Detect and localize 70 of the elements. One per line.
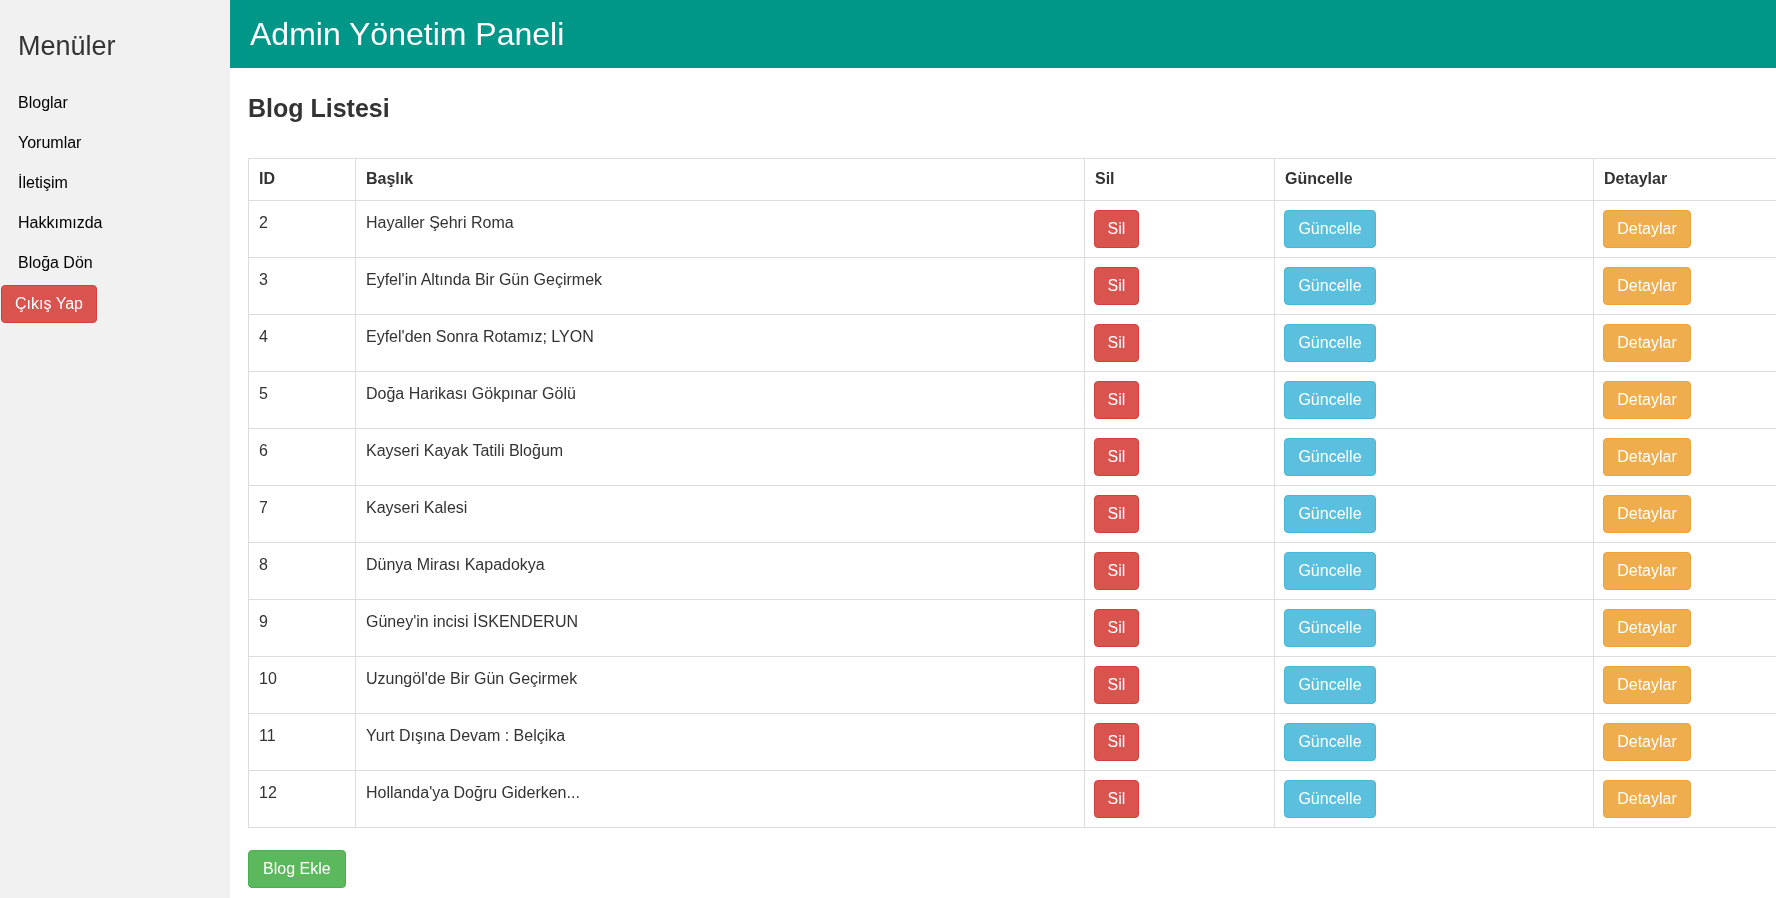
- title-cell: Hayaller Şehri Roma: [366, 213, 514, 231]
- title-cell: Kayseri Kayak Tatili Bloğum: [366, 441, 564, 459]
- id-cell: 4: [259, 327, 268, 345]
- update-button[interactable]: Güncelle: [1284, 665, 1376, 704]
- details-button[interactable]: Detaylar: [1603, 380, 1691, 419]
- column-header: Başlık: [355, 158, 1085, 200]
- delete-button[interactable]: Sil: [1094, 551, 1139, 590]
- id-cell: 2: [259, 213, 268, 231]
- details-button[interactable]: Detaylar: [1603, 323, 1691, 362]
- sidebar-link[interactable]: Bloğa Dön: [18, 242, 93, 283]
- sidebar-link[interactable]: Bloglar: [18, 82, 68, 123]
- delete-button[interactable]: Sil: [1094, 608, 1139, 647]
- delete-button[interactable]: Sil: [1094, 209, 1139, 248]
- delete-button[interactable]: Sil: [1094, 266, 1139, 305]
- update-button[interactable]: Güncelle: [1284, 722, 1376, 761]
- sidebar-link[interactable]: Yorumlar: [18, 122, 82, 163]
- add-blog-button[interactable]: Blog Ekle: [248, 849, 346, 888]
- details-button[interactable]: Detaylar: [1603, 209, 1691, 248]
- title-cell: Yurt Dışına Devam : Belçika: [366, 726, 566, 744]
- id-cell: 9: [259, 612, 268, 630]
- update-button[interactable]: Güncelle: [1284, 323, 1376, 362]
- sidebar-link[interactable]: Hakkımızda: [18, 202, 103, 243]
- sidebar-link[interactable]: İletişim: [18, 162, 68, 203]
- title-cell: Doğa Harikası Gökpınar Gölü: [366, 384, 576, 402]
- update-button[interactable]: Güncelle: [1284, 437, 1376, 476]
- delete-button[interactable]: Sil: [1094, 380, 1139, 419]
- details-button[interactable]: Detaylar: [1603, 779, 1691, 818]
- title-cell: Hollanda'ya Doğru Giderken...: [366, 783, 580, 801]
- details-button[interactable]: Detaylar: [1603, 494, 1691, 533]
- id-cell: 6: [259, 441, 268, 459]
- sidebar-title: Menüler: [17, 30, 116, 63]
- update-button[interactable]: Güncelle: [1284, 380, 1376, 419]
- details-button[interactable]: Detaylar: [1603, 437, 1691, 476]
- column-header: Sil: [1084, 158, 1275, 200]
- id-cell: 3: [259, 270, 268, 288]
- id-cell: 12: [259, 783, 277, 801]
- update-button[interactable]: Güncelle: [1284, 494, 1376, 533]
- title-cell: Uzungöl'de Bir Gün Geçirmek: [366, 669, 578, 687]
- title-cell: Güney'in incisi İSKENDERUN: [366, 612, 578, 630]
- header-title: Admin Yönetim Paneli: [250, 15, 565, 54]
- title-cell: Eyfel'in Altında Bir Gün Geçirmek: [366, 270, 603, 288]
- delete-button[interactable]: Sil: [1094, 494, 1139, 533]
- details-button[interactable]: Detaylar: [1603, 722, 1691, 761]
- update-button[interactable]: Güncelle: [1284, 551, 1376, 590]
- column-header: Detaylar: [1593, 158, 1776, 200]
- id-cell: 7: [259, 498, 268, 516]
- title-cell: Dünya Mirası Kapadokya: [366, 555, 545, 573]
- logout-button[interactable]: Çıkış Yap: [1, 284, 97, 323]
- delete-button[interactable]: Sil: [1094, 722, 1139, 761]
- title-cell: Eyfel'den Sonra Rotamız; LYON: [366, 327, 594, 345]
- delete-button[interactable]: Sil: [1094, 323, 1139, 362]
- id-cell: 10: [259, 669, 277, 687]
- title-cell: Kayseri Kalesi: [366, 498, 468, 516]
- id-cell: 8: [259, 555, 268, 573]
- update-button[interactable]: Güncelle: [1284, 266, 1376, 305]
- update-button[interactable]: Güncelle: [1284, 209, 1376, 248]
- details-button[interactable]: Detaylar: [1603, 608, 1691, 647]
- column-header: ID: [248, 158, 356, 200]
- delete-button[interactable]: Sil: [1094, 665, 1139, 704]
- page-title: Blog Listesi: [248, 93, 391, 124]
- id-cell: 11: [259, 726, 276, 744]
- update-button[interactable]: Güncelle: [1284, 779, 1376, 818]
- update-button[interactable]: Güncelle: [1284, 608, 1376, 647]
- details-button[interactable]: Detaylar: [1603, 551, 1691, 590]
- delete-button[interactable]: Sil: [1094, 779, 1139, 818]
- id-cell: 5: [259, 384, 268, 402]
- details-button[interactable]: Detaylar: [1603, 266, 1691, 305]
- details-button[interactable]: Detaylar: [1603, 665, 1691, 704]
- column-header: Güncelle: [1274, 158, 1594, 200]
- delete-button[interactable]: Sil: [1094, 437, 1139, 476]
